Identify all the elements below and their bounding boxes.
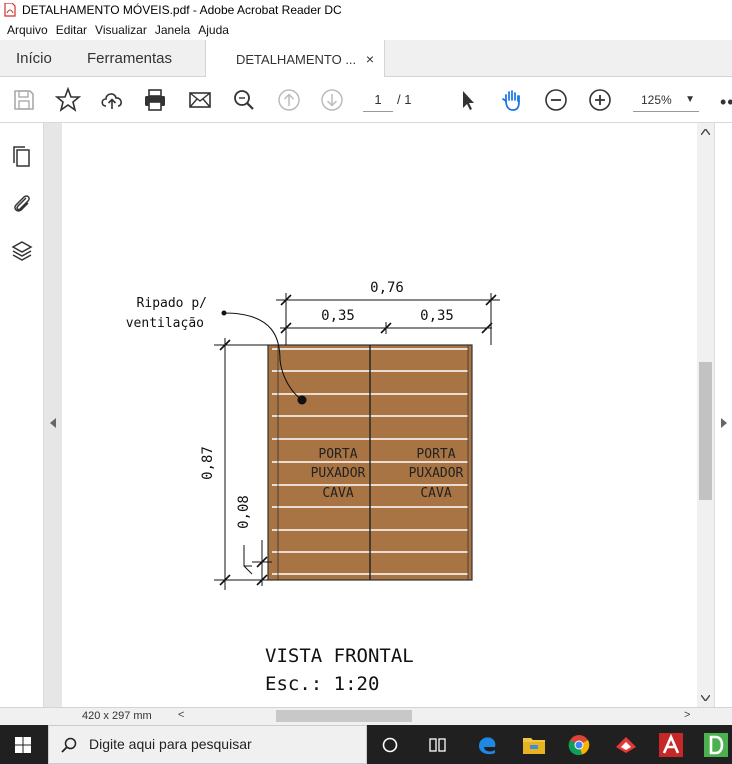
zoom-value: 125%	[641, 93, 672, 107]
door-right-line2: PUXADOR	[409, 466, 464, 481]
horizontal-scroll-thumb[interactable]	[276, 710, 412, 722]
title-bar: DETALHAMENTO MÓVEIS.pdf - Adobe Acrobat …	[0, 0, 732, 20]
menu-janela[interactable]: Janela	[155, 23, 190, 37]
window-title: DETALHAMENTO MÓVEIS.pdf - Adobe Acrobat …	[22, 3, 342, 17]
dimension-total-width-label: 0,76	[370, 280, 404, 296]
dimension-height	[214, 338, 272, 590]
tab-document[interactable]: DETALHAMENTO ... ×	[205, 40, 385, 78]
hand-tool-icon[interactable]	[499, 87, 525, 113]
autocad-app-icon[interactable]	[659, 733, 683, 757]
scroll-right-arrow-icon[interactable]: >	[684, 709, 690, 721]
dimension-total-width	[276, 293, 500, 345]
file-explorer-icon[interactable]	[522, 734, 546, 756]
sketchup-app-icon[interactable]	[613, 733, 639, 757]
more-tools-icon[interactable]: ••	[720, 92, 732, 113]
zoom-out-icon[interactable]	[543, 87, 569, 113]
menu-visualizar[interactable]: Visualizar	[95, 23, 147, 37]
callout-line2: ventilação	[126, 316, 204, 331]
search-icon	[61, 737, 77, 753]
door-right-line3: CAVA	[420, 486, 451, 501]
tab-bar: Início Ferramentas DETALHAMENTO ... ×	[0, 40, 732, 78]
door-left-line2: PUXADOR	[311, 466, 366, 481]
callout-line1: Ripado p/	[137, 296, 207, 311]
technical-drawing: PORTA PUXADOR CAVA PORTA PUXADOR CAVA 0,…	[126, 280, 500, 695]
left-scroll-gutter	[44, 123, 62, 707]
taskbar-search-box[interactable]: Digite aqui para pesquisar	[48, 725, 367, 764]
windows-start-icon[interactable]	[15, 737, 31, 753]
tab-home[interactable]: Início	[16, 40, 52, 77]
tab-tools[interactable]: Ferramentas	[87, 40, 172, 77]
menu-editar[interactable]: Editar	[56, 23, 87, 37]
tab-document-label: DETALHAMENTO ...	[236, 51, 357, 67]
view-title: VISTA FRONTAL	[265, 645, 414, 667]
cortana-circle-icon[interactable]	[382, 737, 398, 753]
page-size-label: 420 x 297 mm	[82, 710, 152, 722]
page-up-icon[interactable]	[276, 87, 302, 113]
door-left-line3: CAVA	[322, 486, 353, 501]
scroll-up-arrow-icon[interactable]	[701, 129, 710, 135]
search-placeholder: Digite aqui para pesquisar	[89, 736, 252, 752]
dimension-base-label: 0,08	[236, 495, 252, 529]
expand-right-arrow-icon[interactable]	[720, 418, 728, 428]
page-total: / 1	[397, 92, 412, 107]
menu-ajuda[interactable]: Ajuda	[198, 23, 229, 37]
zoom-select[interactable]: 125% ▼	[633, 88, 699, 112]
pdf-page[interactable]: PORTA PUXADOR CAVA PORTA PUXADOR CAVA 0,…	[62, 123, 696, 707]
task-view-icon[interactable]	[428, 736, 448, 754]
scroll-left-arrow-icon[interactable]: <	[178, 709, 184, 721]
print-icon[interactable]	[142, 87, 168, 113]
attachment-icon[interactable]	[10, 191, 34, 215]
zoom-in-icon[interactable]	[587, 87, 613, 113]
menu-bar: Arquivo Editar Visualizar Janela Ajuda	[0, 20, 732, 40]
zoom-search-icon[interactable]	[231, 87, 257, 113]
collapse-left-arrow-icon[interactable]	[49, 418, 57, 428]
page-number-input[interactable]: 1	[363, 88, 393, 112]
dimension-left-label: 0,35	[321, 308, 355, 324]
chevron-down-icon: ▼	[685, 94, 695, 105]
dimension-height-label: 0,87	[200, 446, 216, 480]
menu-arquivo[interactable]: Arquivo	[7, 23, 48, 37]
star-icon[interactable]	[55, 87, 81, 113]
upload-cloud-icon[interactable]	[99, 87, 125, 113]
vertical-scroll-thumb[interactable]	[699, 362, 712, 500]
page-down-icon[interactable]	[319, 87, 345, 113]
edge-browser-icon[interactable]	[476, 734, 498, 756]
door-right-line1: PORTA	[416, 447, 455, 462]
save-icon[interactable]	[11, 87, 37, 113]
chrome-browser-icon[interactable]	[568, 734, 590, 756]
pdf-icon	[4, 3, 16, 17]
layers-icon[interactable]	[10, 239, 34, 263]
tab-close-button[interactable]: ×	[366, 51, 374, 67]
select-cursor-icon[interactable]	[455, 87, 481, 113]
left-sidebar	[0, 123, 44, 707]
email-icon[interactable]	[187, 87, 213, 113]
right-pane-toggle	[714, 123, 732, 707]
scroll-down-arrow-icon[interactable]	[701, 695, 710, 701]
scale-label: Esc.: 1:20	[265, 673, 379, 695]
pages-thumbnail-icon[interactable]	[10, 145, 34, 169]
app-d-icon[interactable]	[704, 733, 728, 757]
dimension-right-label: 0,35	[420, 308, 454, 324]
door-left-line1: PORTA	[318, 447, 357, 462]
callout-end-dot	[297, 395, 307, 405]
